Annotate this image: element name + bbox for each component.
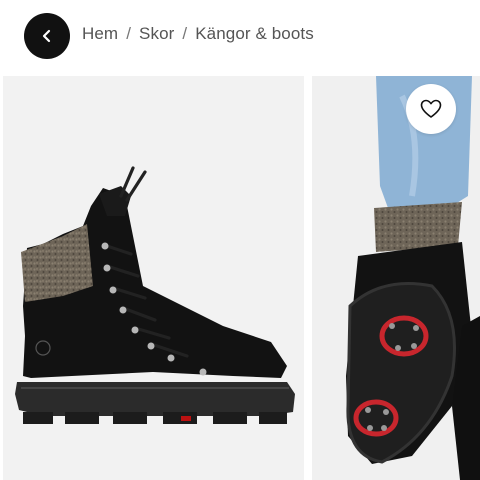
product-image-side[interactable] bbox=[3, 76, 304, 480]
boot-side-illustration bbox=[15, 166, 295, 424]
chevron-left-icon bbox=[42, 29, 51, 43]
heart-icon bbox=[420, 99, 442, 118]
breadcrumb-separator: / bbox=[126, 24, 132, 43]
breadcrumb-shoes[interactable]: Skor bbox=[139, 24, 174, 44]
breadcrumb-boots[interactable]: Kängor & boots bbox=[195, 24, 314, 44]
favorite-button[interactable] bbox=[406, 84, 456, 134]
product-gallery[interactable] bbox=[0, 76, 480, 480]
breadcrumb-separator: / bbox=[182, 24, 188, 43]
product-image-sole[interactable] bbox=[312, 76, 480, 480]
top-bar: Hem / Skor / Kängor & boots bbox=[0, 0, 480, 72]
breadcrumb: Hem / Skor / Kängor & boots bbox=[82, 24, 314, 44]
breadcrumb-home[interactable]: Hem bbox=[82, 24, 118, 44]
back-button[interactable] bbox=[24, 13, 70, 59]
boot-sole-illustration bbox=[346, 76, 480, 480]
